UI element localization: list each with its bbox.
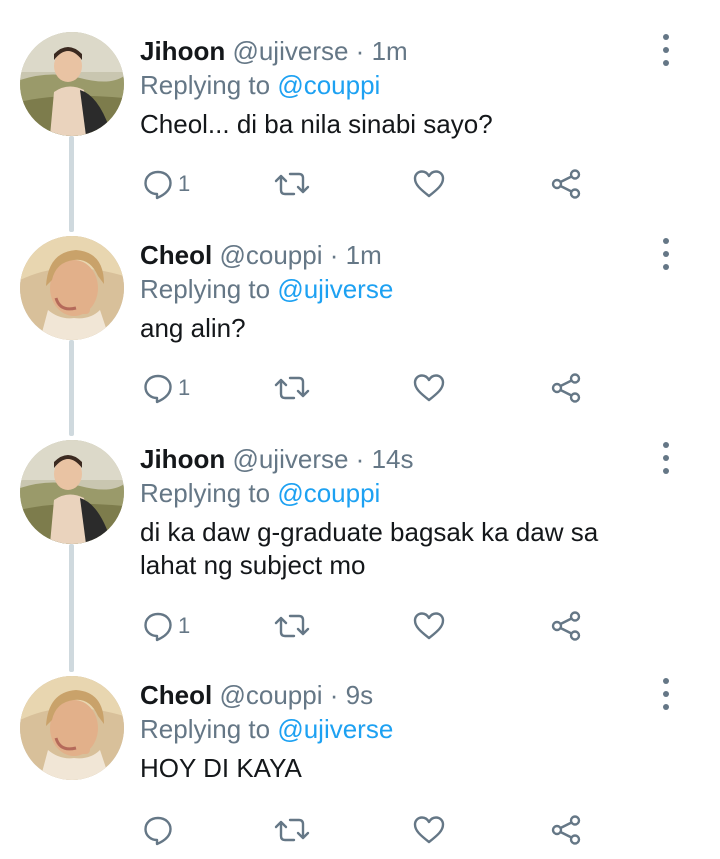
tweet[interactable]: Cheol @couppi · 9s Replying to @ujiverse… xyxy=(0,676,720,859)
user-handle[interactable]: @ujiverse xyxy=(232,36,348,66)
more-vertical-icon[interactable] xyxy=(656,442,676,474)
replying-to: Replying to @couppi xyxy=(140,70,380,100)
replying-to-handle[interactable]: @couppi xyxy=(277,478,380,508)
heart-icon xyxy=(413,374,445,402)
reply-button[interactable] xyxy=(142,810,178,850)
tweet-header: Cheol @couppi · 1m xyxy=(140,240,382,270)
tweet-text: ang alin? xyxy=(140,313,246,343)
share-button[interactable] xyxy=(550,368,582,408)
retweet-icon xyxy=(274,818,310,842)
more-vertical-icon[interactable] xyxy=(656,238,676,270)
replying-to: Replying to @ujiverse xyxy=(140,714,393,744)
like-button[interactable] xyxy=(412,606,446,646)
user-handle[interactable]: @couppi xyxy=(219,680,322,710)
tweet-header: Cheol @couppi · 9s xyxy=(140,680,373,710)
share-button[interactable] xyxy=(550,606,582,646)
timestamp[interactable]: 1m xyxy=(372,36,408,66)
share-icon xyxy=(551,611,581,641)
separator: · xyxy=(329,680,339,710)
reply-count: 1 xyxy=(178,171,191,196)
reply-icon xyxy=(144,816,172,846)
display-name[interactable]: Jihoon xyxy=(140,36,225,66)
heart-icon xyxy=(413,612,445,640)
reply-icon xyxy=(144,170,172,200)
share-icon xyxy=(551,815,581,845)
more-vertical-icon[interactable] xyxy=(656,34,676,66)
separator: · xyxy=(355,444,365,474)
tweet-header: Jihoon @ujiverse · 1m xyxy=(140,36,408,66)
retweet-icon xyxy=(274,614,310,638)
tweet-actions xyxy=(140,810,600,850)
replying-to-label: Replying to xyxy=(140,478,271,508)
reply-count: 1 xyxy=(178,375,191,400)
retweet-icon xyxy=(274,376,310,400)
retweet-button[interactable] xyxy=(274,606,310,646)
replying-to: Replying to @ujiverse xyxy=(140,274,393,304)
retweet-button[interactable] xyxy=(274,164,310,204)
tweet[interactable]: Jihoon @ujiverse · 14s Replying to @coup… xyxy=(0,440,720,660)
more-vertical-icon[interactable] xyxy=(656,678,676,710)
replying-to-label: Replying to xyxy=(140,274,271,304)
heart-icon xyxy=(413,816,445,844)
share-icon xyxy=(551,169,581,199)
reply-icon xyxy=(144,612,172,642)
tweet[interactable]: Cheol @couppi · 1m Replying to @ujiverse… xyxy=(0,236,720,421)
tweet-actions: 1 xyxy=(140,368,600,408)
retweet-button[interactable] xyxy=(274,810,310,850)
separator: · xyxy=(329,240,339,270)
reply-icon xyxy=(144,374,172,404)
avatar[interactable] xyxy=(20,32,124,136)
reply-button[interactable]: 1 xyxy=(142,368,190,408)
user-handle[interactable]: @couppi xyxy=(219,240,322,270)
heart-icon xyxy=(413,170,445,198)
tweet-text: Cheol... di ba nila sinabi sayo? xyxy=(140,109,493,139)
replying-to-handle[interactable]: @couppi xyxy=(277,70,380,100)
display-name[interactable]: Jihoon xyxy=(140,444,225,474)
reply-count: 1 xyxy=(178,613,191,638)
avatar[interactable] xyxy=(20,440,124,544)
tweet-text: HOY DI KAYA xyxy=(140,753,302,783)
replying-to-handle[interactable]: @ujiverse xyxy=(277,274,393,304)
reply-button[interactable]: 1 xyxy=(142,606,190,646)
tweet-actions: 1 xyxy=(140,606,600,646)
reply-button[interactable]: 1 xyxy=(142,164,190,204)
share-button[interactable] xyxy=(550,164,582,204)
timestamp[interactable]: 9s xyxy=(346,680,373,710)
user-handle[interactable]: @ujiverse xyxy=(232,444,348,474)
like-button[interactable] xyxy=(412,164,446,204)
share-icon xyxy=(551,373,581,403)
like-button[interactable] xyxy=(412,810,446,850)
tweet-text: di ka daw g-graduate bagsak ka daw sa la… xyxy=(140,517,599,580)
timestamp[interactable]: 14s xyxy=(372,444,414,474)
avatar[interactable] xyxy=(20,236,124,340)
tweet[interactable]: Jihoon @ujiverse · 1m Replying to @coupp… xyxy=(0,32,720,217)
avatar[interactable] xyxy=(20,676,124,780)
like-button[interactable] xyxy=(412,368,446,408)
retweet-button[interactable] xyxy=(274,368,310,408)
timestamp[interactable]: 1m xyxy=(346,240,382,270)
tweet-actions: 1 xyxy=(140,164,600,204)
retweet-icon xyxy=(274,172,310,196)
display-name[interactable]: Cheol xyxy=(140,680,212,710)
replying-to-label: Replying to xyxy=(140,714,271,744)
replying-to-handle[interactable]: @ujiverse xyxy=(277,714,393,744)
separator: · xyxy=(355,36,365,66)
replying-to: Replying to @couppi xyxy=(140,478,380,508)
share-button[interactable] xyxy=(550,810,582,850)
replying-to-label: Replying to xyxy=(140,70,271,100)
display-name[interactable]: Cheol xyxy=(140,240,212,270)
tweet-header: Jihoon @ujiverse · 14s xyxy=(140,444,414,474)
